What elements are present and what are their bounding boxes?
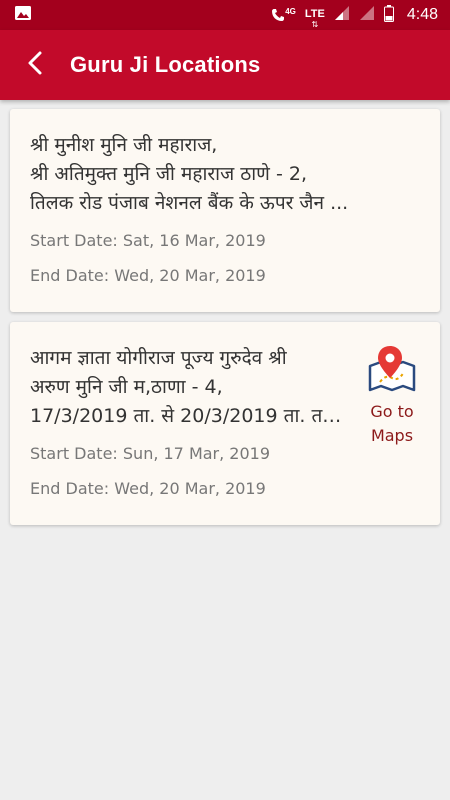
location-line: श्री मुनीश मुनि जी महाराज, (30, 134, 218, 156)
maps-label-line: Maps (370, 426, 414, 445)
go-to-maps-label: Go to Maps (370, 400, 413, 448)
start-date: Start Date: Sun, 17 Mar, 2019 (30, 444, 271, 463)
start-date: Start Date: Sat, 16 Mar, 2019 (30, 231, 266, 250)
gallery-notification-icon (14, 5, 32, 25)
location-line: अरुण मुनि जी म,ठाणा - 4, (30, 376, 223, 398)
status-time: 4:48 (406, 6, 438, 23)
wifi-calling-icon: 4G (271, 7, 296, 23)
end-date: End Date: Wed, 20 Mar, 2019 (30, 479, 266, 498)
battery-icon (383, 4, 394, 26)
app-bar: Guru Ji Locations (0, 30, 450, 100)
maps-label-line: Go to (370, 402, 414, 421)
location-description: श्री मुनीश मुनि जी महाराज, श्री अतिमुक्त… (30, 131, 425, 218)
status-bar: 4G LTE ⇅ 4:48 (0, 0, 450, 30)
location-line: श्री अतिमुक्त मुनि जी महाराज ठाणे - 2, (30, 163, 307, 185)
chevron-left-icon (27, 50, 43, 80)
signal-icon (334, 5, 350, 25)
go-to-maps-button[interactable]: Go to Maps (352, 344, 432, 445)
data-arrows-icon: ⇅ (311, 19, 319, 29)
lte-label: LTE (304, 7, 325, 20)
location-line: तिलक रोड पंजाब नेशनल बैंक के ऊपर जैन ... (30, 192, 349, 214)
back-button[interactable] (0, 30, 70, 100)
page-title: Guru Ji Locations (70, 52, 261, 77)
location-description: आगम ज्ञाता योगीराज पूज्य गुरुदेव श्री अर… (30, 344, 352, 431)
location-line: आगम ज्ञाता योगीराज पूज्य गुरुदेव श्री (30, 347, 287, 369)
location-card[interactable]: आगम ज्ञाता योगीराज पूज्य गुरुदेव श्री अर… (10, 322, 440, 525)
signal-secondary-icon (359, 5, 375, 25)
location-card[interactable]: श्री मुनीश मुनि जी महाराज, श्री अतिमुक्त… (10, 109, 440, 312)
map-pin-icon (366, 344, 418, 396)
end-date: End Date: Wed, 20 Mar, 2019 (30, 266, 266, 285)
lte-indicator: LTE ⇅ (305, 2, 325, 29)
location-line: 17/3/2019 ता. से 20/3/2019 ता. तक ... (30, 405, 352, 427)
network-type: 4G (285, 7, 296, 16)
